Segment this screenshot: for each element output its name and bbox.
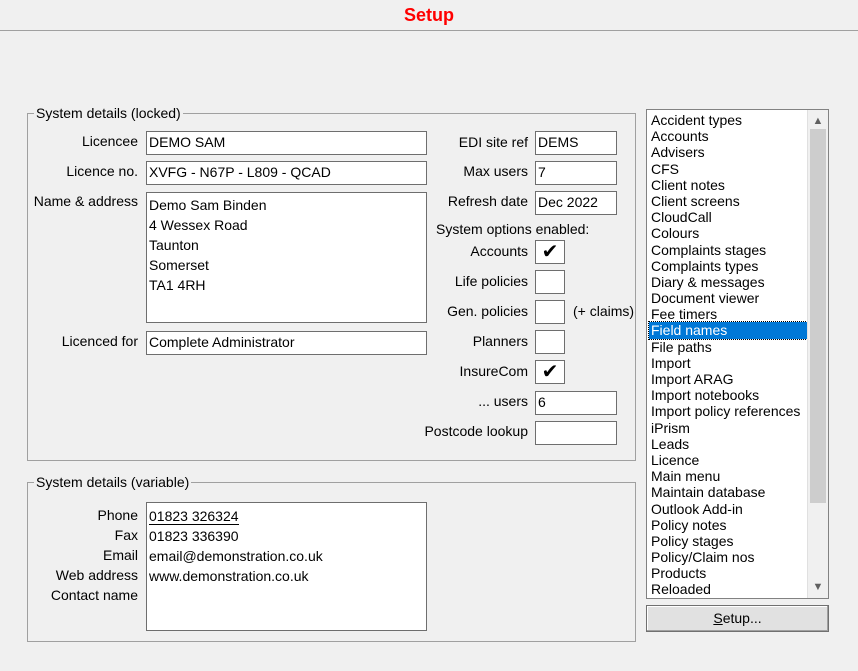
setup-list-item[interactable]: Client notes bbox=[649, 177, 809, 193]
setup-list-item[interactable]: Products bbox=[649, 565, 809, 581]
scroll-down-icon[interactable]: ▼ bbox=[808, 578, 828, 596]
setup-list-item[interactable]: Import bbox=[649, 355, 809, 371]
name-address-field[interactable]: Demo Sam Binden 4 Wessex Road Taunton Somer… bbox=[146, 192, 427, 323]
setup-list-item[interactable]: Complaints stages bbox=[649, 242, 809, 258]
licenced-for-label: Licenced for bbox=[61, 333, 138, 349]
group-title: System details (variable) bbox=[34, 474, 192, 490]
refresh-date-label: Refresh date bbox=[447, 193, 528, 209]
insurecom-users-field[interactable]: 6 bbox=[535, 391, 617, 415]
setup-list-item[interactable]: Diary & messages bbox=[649, 274, 809, 290]
setup-list-item[interactable]: Reloaded bbox=[649, 581, 809, 597]
setup-list-item[interactable]: CFS bbox=[649, 161, 809, 177]
address-line: Taunton bbox=[149, 237, 199, 253]
licencee-field[interactable]: DEMO SAM bbox=[146, 131, 427, 155]
setup-list-item[interactable]: Document viewer bbox=[649, 290, 809, 306]
setup-list-item[interactable]: File paths bbox=[649, 339, 809, 355]
scroll-up-icon[interactable]: ▲ bbox=[808, 112, 828, 130]
setup-list-item[interactable]: Complaints types bbox=[649, 258, 809, 274]
refresh-date-field[interactable]: Dec 2022 bbox=[535, 191, 617, 215]
life-policies-label: Life policies bbox=[454, 273, 528, 289]
fax-value[interactable]: 01823 336390 bbox=[149, 526, 424, 546]
scroll-thumb[interactable] bbox=[810, 129, 826, 503]
setup-list-item[interactable]: Import notebooks bbox=[649, 387, 809, 403]
postcode-lookup-label: Postcode lookup bbox=[424, 423, 528, 439]
setup-button[interactable]: Setup... bbox=[646, 605, 829, 632]
licenced-for-field[interactable]: Complete Administrator bbox=[146, 331, 427, 355]
setup-list-item[interactable]: Advisers bbox=[649, 144, 809, 160]
system-options-label: System options enabled: bbox=[436, 221, 590, 237]
setup-list-item[interactable]: Maintain database bbox=[649, 484, 809, 500]
licence-no-field[interactable]: XVFG - N67P - L809 - QCAD bbox=[146, 161, 427, 185]
plus-claims-label: (+ claims) bbox=[573, 303, 635, 319]
setup-list-item[interactable]: Import policy references bbox=[649, 403, 809, 419]
fax-label: Fax bbox=[114, 527, 138, 543]
setup-list-item[interactable]: Import ARAG bbox=[649, 371, 809, 387]
setup-list-item[interactable]: Policy stages bbox=[649, 533, 809, 549]
setup-list-item[interactable]: iPrism bbox=[649, 420, 809, 436]
setup-list-item[interactable]: Main menu bbox=[649, 468, 809, 484]
edi-site-ref-label: EDI site ref bbox=[458, 134, 528, 150]
setup-options-items: Accident types Accounts Advisers CFS Client … bbox=[648, 112, 810, 598]
setup-list-item[interactable]: Accident types bbox=[649, 112, 809, 128]
address-line: Somerset bbox=[149, 257, 209, 273]
email-value[interactable]: email@demonstration.co.uk bbox=[149, 546, 424, 566]
accounts-checkbox[interactable]: ✔ bbox=[535, 240, 565, 264]
max-users-label: Max users bbox=[463, 163, 528, 179]
insurecom-users-label: ... users bbox=[478, 393, 528, 409]
setup-list-item[interactable]: Fee timers bbox=[649, 306, 809, 322]
accounts-option-label: Accounts bbox=[470, 243, 528, 259]
address-line: Demo Sam Binden bbox=[149, 197, 267, 213]
setup-list-item[interactable]: Licence bbox=[649, 452, 809, 468]
licence-no-label: Licence no. bbox=[66, 163, 138, 179]
web-address-label: Web address bbox=[55, 567, 138, 583]
address-line: TA1 4RH bbox=[149, 277, 206, 293]
setup-list-item[interactable]: Leads bbox=[649, 436, 809, 452]
contact-name-value[interactable] bbox=[149, 586, 424, 606]
postcode-lookup-field[interactable] bbox=[535, 421, 617, 445]
contact-name-label: Contact name bbox=[50, 587, 138, 603]
max-users-field[interactable]: 7 bbox=[535, 161, 617, 185]
setup-list-item[interactable]: Policy/Claim nos bbox=[649, 549, 809, 565]
setup-options-list[interactable]: Accident types Accounts Advisers CFS Client … bbox=[646, 109, 829, 599]
group-title: System details (locked) bbox=[34, 105, 183, 121]
gen-policies-checkbox[interactable] bbox=[535, 300, 565, 324]
setup-list-item[interactable]: Field names bbox=[648, 321, 810, 340]
name-address-label: Name & address bbox=[33, 193, 138, 209]
web-address-value[interactable]: www.demonstration.co.uk bbox=[149, 566, 424, 586]
phone-label: Phone bbox=[97, 507, 138, 523]
email-label: Email bbox=[102, 547, 138, 563]
setup-list-item[interactable]: Policy notes bbox=[649, 517, 809, 533]
gen-policies-label: Gen. policies bbox=[447, 303, 528, 319]
address-line: 4 Wessex Road bbox=[149, 217, 248, 233]
setup-list-item[interactable]: Colours bbox=[649, 225, 809, 241]
insurecom-label: InsureCom bbox=[459, 363, 528, 379]
setup-list-item[interactable]: Outlook Add-in bbox=[649, 501, 809, 517]
setup-list-item[interactable]: CloudCall bbox=[649, 209, 809, 225]
planners-checkbox[interactable] bbox=[535, 330, 565, 354]
window-title: Setup bbox=[0, 0, 858, 31]
setup-list-item[interactable]: Accounts bbox=[649, 128, 809, 144]
edi-site-ref-field[interactable]: DEMS bbox=[535, 131, 617, 155]
setup-list-item[interactable]: Client screens bbox=[649, 193, 809, 209]
life-policies-checkbox[interactable] bbox=[535, 270, 565, 294]
contact-details-field[interactable]: 01823 326324 01823 336390 email@demonstr… bbox=[146, 502, 427, 631]
list-scrollbar[interactable]: ▲ ▼ bbox=[807, 110, 828, 598]
planners-label: Planners bbox=[472, 333, 528, 349]
phone-value[interactable]: 01823 326324 bbox=[149, 506, 424, 526]
insurecom-checkbox[interactable]: ✔ bbox=[535, 360, 565, 384]
licencee-label: Licencee bbox=[81, 133, 138, 149]
